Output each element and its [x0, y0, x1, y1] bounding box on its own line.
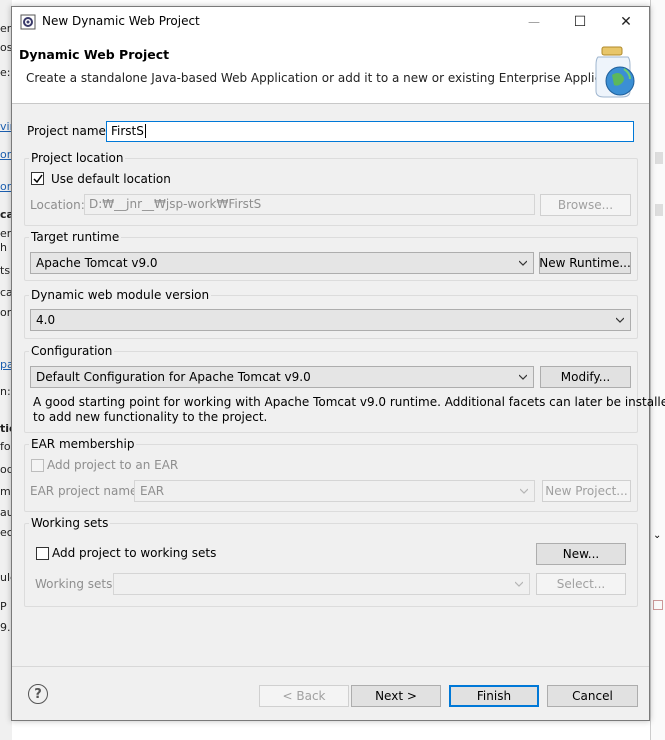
working-sets-select — [113, 573, 530, 595]
module-version-select[interactable]: 4.0 — [30, 309, 631, 331]
configuration-description-line1: A good starting point for working with A… — [33, 395, 665, 409]
configuration-description-line2: to add new functionality to the project. — [33, 410, 268, 424]
working-sets-label: Working sets: — [35, 577, 117, 591]
window-title: New Dynamic Web Project — [42, 14, 200, 28]
configuration-select[interactable]: Default Configuration for Apache Tomcat … — [30, 366, 534, 388]
module-version-group-label: Dynamic web module version — [29, 288, 212, 302]
minimize-button[interactable]: — — [511, 7, 557, 37]
close-icon: ✕ — [620, 14, 632, 30]
minimize-icon: — — [528, 15, 540, 29]
chevron-down-icon — [616, 317, 624, 323]
footer-separator — [12, 666, 649, 667]
add-to-ear-label: Add project to an EAR — [47, 458, 179, 472]
chevron-down-icon — [519, 374, 527, 380]
finish-button[interactable]: Finish — [449, 685, 539, 707]
scroll-marker — [655, 152, 663, 164]
chevron-down-icon: ⌄ — [653, 530, 662, 541]
minimize-view-icon — [653, 600, 663, 610]
project-location-group-label: Project location — [29, 151, 126, 165]
add-to-working-sets-label[interactable]: Add project to working sets — [52, 546, 216, 560]
browse-button: Browse... — [540, 194, 631, 216]
close-button[interactable]: ✕ — [603, 7, 649, 37]
add-to-ear-checkbox — [31, 459, 44, 472]
ear-project-name-label: EAR project name: — [30, 484, 142, 498]
target-runtime-value: Apache Tomcat v9.0 — [36, 256, 158, 270]
new-project-dialog: New Dynamic Web Project — ☐ ✕ Dynamic We… — [11, 6, 665, 721]
checkmark-icon — [33, 174, 43, 184]
module-version-value: 4.0 — [36, 313, 56, 327]
use-default-location-checkbox[interactable] — [31, 172, 44, 185]
new-runtime-button[interactable]: New Runtime... — [539, 252, 631, 274]
wizard-header: Dynamic Web Project Create a standalone … — [12, 37, 649, 104]
jar-globe-icon — [595, 46, 635, 98]
location-field: D:₩__jnr__₩jsp-work₩FirstS — [84, 194, 535, 215]
scroll-marker — [655, 204, 663, 216]
next-button[interactable]: Next > — [351, 685, 441, 707]
configuration-value: Default Configuration for Apache Tomcat … — [36, 370, 311, 384]
text-caret — [144, 124, 146, 138]
target-runtime-select[interactable]: Apache Tomcat v9.0 — [30, 252, 534, 274]
ear-project-name-select: EAR — [134, 480, 535, 502]
help-icon[interactable]: ? — [28, 684, 48, 704]
working-sets-group-label: Working sets — [29, 516, 111, 530]
new-ear-project-button: New Project... — [542, 480, 631, 502]
project-name-label: Project name: — [27, 124, 110, 138]
ear-membership-group-label: EAR membership — [29, 437, 137, 451]
configuration-group-label: Configuration — [29, 344, 115, 358]
maximize-button[interactable]: ☐ — [557, 7, 603, 37]
location-label: Location: — [30, 198, 85, 212]
target-runtime-group-label: Target runtime — [29, 230, 122, 244]
cancel-button[interactable]: Cancel — [547, 685, 638, 707]
background-right-strip: ⌄ — [650, 0, 665, 740]
wizard-title: Dynamic Web Project — [19, 47, 170, 62]
maximize-icon: ☐ — [573, 14, 587, 30]
ear-project-name-value: EAR — [140, 484, 165, 498]
add-to-working-sets-checkbox[interactable] — [36, 547, 49, 560]
chevron-down-icon — [515, 581, 523, 587]
project-name-input[interactable]: FirstS — [106, 121, 634, 142]
project-name-value: FirstS — [111, 124, 144, 138]
eclipse-gear-icon — [20, 14, 36, 30]
new-working-set-button[interactable]: New... — [536, 543, 626, 565]
select-working-sets-button: Select... — [536, 573, 626, 595]
use-default-location-label[interactable]: Use default location — [51, 172, 171, 186]
chevron-down-icon — [520, 488, 528, 494]
back-button: < Back — [259, 685, 349, 707]
title-bar: New Dynamic Web Project — ☐ ✕ — [12, 7, 649, 37]
wizard-description: Create a standalone Java-based Web Appli… — [26, 71, 636, 85]
chevron-down-icon — [519, 260, 527, 266]
modify-button[interactable]: Modify... — [540, 366, 631, 388]
